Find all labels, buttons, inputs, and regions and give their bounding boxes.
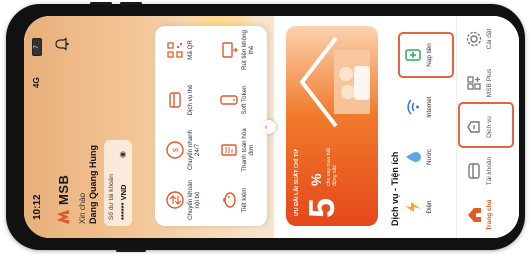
tab-settings[interactable]: Cài đặt xyxy=(457,18,517,60)
qr-code-icon xyxy=(167,42,183,58)
top-up-highlight xyxy=(398,32,454,78)
house-illustration xyxy=(300,36,370,128)
msb-logo-icon xyxy=(57,210,69,224)
quick-action-label: Chuyển khoản nội bộ xyxy=(187,180,201,220)
battery-icon: 7 xyxy=(32,38,42,56)
eye-icon[interactable]: ◉ xyxy=(118,151,127,158)
balance-label: Số dư tài khoản xyxy=(108,174,115,220)
tab-label: Trang chủ xyxy=(486,199,493,231)
quick-action-label: Tiết kiệm xyxy=(241,187,248,213)
service-label: Nước xyxy=(426,148,433,166)
quick-action-soft-token[interactable]: Soft Token xyxy=(213,76,265,124)
account-balance-card[interactable]: Số dư tài khoản ****** VND ◉ xyxy=(104,140,132,226)
tab-account[interactable]: Tài khoản xyxy=(457,150,517,192)
fast-transfer-icon: $ xyxy=(166,141,184,159)
volume-down-button xyxy=(120,2,142,5)
bill-payment-icon xyxy=(221,144,237,156)
promo-kicker: ƯU ĐÃI LÃI SUẤT CHỈ TỪ xyxy=(294,149,300,216)
quick-action-bill-payment[interactable]: Thanh toán hóa đơn xyxy=(213,126,265,174)
tab-label: Tài khoản xyxy=(486,156,493,186)
promo-rate-unit: % xyxy=(308,173,324,186)
svg-text:$: $ xyxy=(173,148,180,152)
settings-icon xyxy=(466,31,482,47)
service-label: Internet xyxy=(426,96,433,118)
service-tab-highlight xyxy=(458,102,514,148)
rotated-app-view: 10:12 4G 7 MSB Xin chào Dang Quang Hung xyxy=(24,16,519,238)
quick-action-qr[interactable]: Mã QR xyxy=(159,26,211,74)
service-water[interactable]: Nước xyxy=(400,136,460,178)
quick-action-label: Mã QR xyxy=(187,40,194,60)
promo-banner[interactable]: ƯU ĐÃI LÃI SUẤT CHỈ TỪ 5 % cho vay mua b… xyxy=(286,26,378,226)
soft-token-icon xyxy=(220,95,238,105)
electricity-icon xyxy=(405,202,421,212)
quick-action-savings[interactable]: Tiết kiệm xyxy=(213,176,265,224)
power-button xyxy=(116,249,146,252)
notification-bell-icon[interactable] xyxy=(54,36,70,52)
tab-label: MSB Plus xyxy=(486,68,493,98)
brand-name: MSB xyxy=(55,174,71,205)
cardless-withdraw-icon xyxy=(222,42,238,58)
quick-action-internal-transfer[interactable]: Chuyển khoản nội bộ xyxy=(159,176,211,224)
quick-action-label: Thanh toán hóa đơn xyxy=(241,128,255,172)
services-title: Dịch vụ - Tiện ích xyxy=(390,151,400,226)
quick-action-label: Dịch vụ thẻ xyxy=(187,84,194,116)
tab-label: Cài đặt xyxy=(486,28,493,50)
service-electricity[interactable]: Điện xyxy=(400,186,460,228)
tab-msb-plus[interactable]: MSB Plus xyxy=(457,62,517,104)
internal-transfer-icon xyxy=(166,191,184,209)
user-name: Dang Quang Hung xyxy=(88,145,98,224)
quick-action-fast-transfer[interactable]: $ Chuyển nhanh 24/7 xyxy=(159,126,211,174)
volume-up-button xyxy=(90,2,112,5)
quick-action-label: Soft Token xyxy=(241,85,248,115)
brand-logo: MSB xyxy=(54,175,72,224)
status-time: 10:12 xyxy=(32,194,43,220)
quick-action-card-service[interactable]: Dịch vụ thẻ xyxy=(159,76,211,124)
card-service-icon xyxy=(169,92,181,108)
service-internet[interactable]: Internet xyxy=(400,86,460,128)
status-bar: 10:12 4G 7 xyxy=(24,16,52,238)
phone-frame: 10:12 4G 7 MSB Xin chào Dang Quang Hung xyxy=(6,2,525,252)
msb-plus-icon xyxy=(467,76,481,90)
promo-rate-number: 5 xyxy=(301,197,342,218)
balance-value: ****** VND xyxy=(119,184,128,220)
collapse-chevron-icon[interactable]: ⌃ xyxy=(262,120,276,134)
tab-home[interactable]: Trang chủ xyxy=(457,194,517,236)
account-icon xyxy=(468,163,480,179)
water-icon xyxy=(406,152,421,162)
quick-action-label: Rút tiền không thẻ xyxy=(241,30,255,70)
savings-icon xyxy=(223,192,236,208)
phone-screen: 10:12 4G 7 MSB Xin chào Dang Quang Hung xyxy=(24,16,519,238)
quick-actions-panel: Chuyển khoản nội bộ $ Chuyển nhanh 24/7 … xyxy=(155,26,267,226)
quick-action-label: Chuyển nhanh 24/7 xyxy=(187,129,201,171)
network-indicator: 4G xyxy=(32,77,41,88)
app-content[interactable]: 10:12 4G 7 MSB Xin chào Dang Quang Hung xyxy=(24,16,519,238)
promo-subtitle: cho vay mua bất động sản xyxy=(326,147,338,186)
internet-icon xyxy=(407,99,419,115)
greeting-text: Xin chào xyxy=(78,192,87,224)
quick-action-cardless-withdraw[interactable]: Rút tiền không thẻ xyxy=(213,26,265,74)
service-label: Điện xyxy=(426,200,433,214)
home-icon xyxy=(468,208,481,222)
